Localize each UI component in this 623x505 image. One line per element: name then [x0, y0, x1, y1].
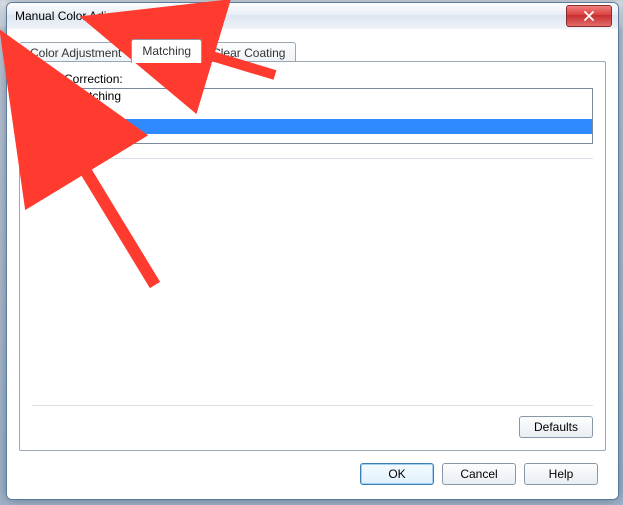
tab-label: Color Adjustment [30, 46, 121, 60]
list-item[interactable]: Driver Matching [33, 89, 592, 104]
color-correction-label: Color Correction: [32, 72, 123, 86]
tab-label: Clear Coating [212, 46, 285, 60]
tab-label: Matching [142, 44, 191, 58]
client-area: Color Adjustment Matching Clear Coating … [7, 29, 618, 499]
list-item-label: None [37, 119, 66, 133]
color-correction-listbox[interactable]: Driver Matching ICM None [32, 88, 593, 144]
tab-matching[interactable]: Matching [131, 39, 202, 63]
close-icon [584, 11, 594, 21]
list-item[interactable]: None [33, 119, 592, 134]
dialog-window: Manual Color Adjustment Color Adjustment… [6, 2, 619, 500]
divider [32, 405, 593, 406]
tab-page-matching: Color Correction: Driver Matching ICM No… [19, 61, 606, 451]
ok-button[interactable]: OK [360, 463, 434, 485]
defaults-button[interactable]: Defaults [519, 416, 593, 438]
window-title: Manual Color Adjustment [15, 9, 149, 23]
close-button[interactable] [566, 5, 612, 27]
divider [32, 158, 593, 159]
list-item-label: Driver Matching [37, 89, 121, 103]
help-button[interactable]: Help [524, 463, 598, 485]
titlebar: Manual Color Adjustment [7, 3, 618, 30]
desktop-backdrop: Manual Color Adjustment Color Adjustment… [0, 0, 623, 505]
cancel-button[interactable]: Cancel [442, 463, 516, 485]
list-item-label: ICM [37, 104, 59, 118]
defaults-area: Defaults [519, 416, 593, 438]
tab-strip: Color Adjustment Matching Clear Coating [19, 39, 295, 63]
dialog-button-row: OK Cancel Help [360, 463, 598, 485]
list-item[interactable]: ICM [33, 104, 592, 119]
